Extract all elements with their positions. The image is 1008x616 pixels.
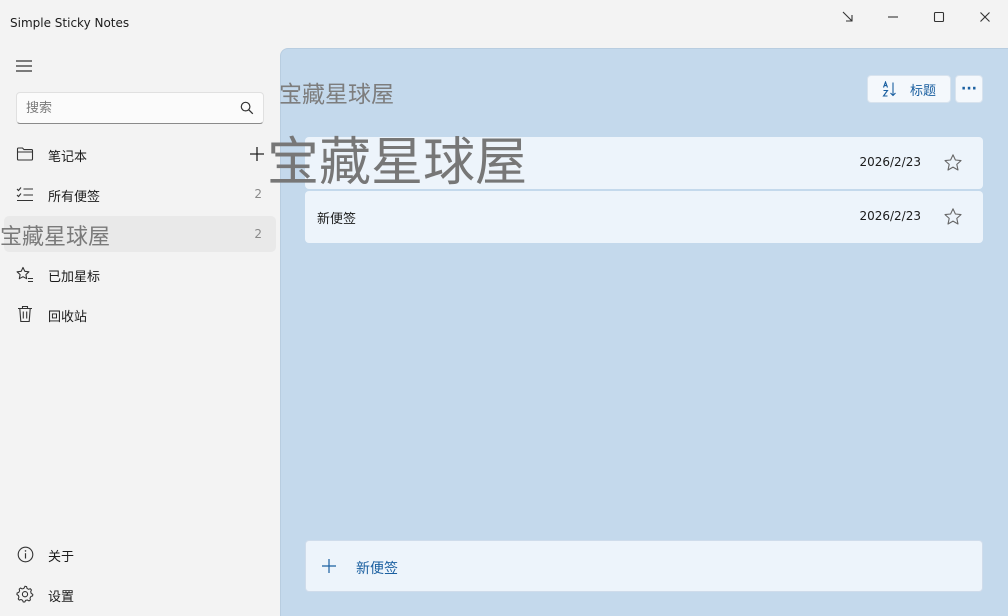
new-note-button[interactable]: 新便签 — [305, 540, 983, 592]
hamburger-icon — [16, 60, 32, 72]
sidebar-item-label: 设置 — [48, 590, 75, 605]
sort-az-icon — [882, 81, 896, 97]
note-title: 宝藏星球屋 — [267, 133, 528, 193]
close-icon — [980, 12, 990, 22]
compact-overlay-button[interactable] — [828, 4, 868, 30]
title-bar: Simple Sticky Notes — [0, 0, 1008, 46]
note-count-badge: 2 — [254, 227, 262, 241]
plus-icon — [322, 559, 336, 573]
close-button[interactable] — [965, 4, 1005, 30]
note-date: 2026/2/23 — [859, 209, 921, 223]
sidebar-item-label: 宝藏星球屋 — [0, 225, 111, 250]
notes-pane: 宝藏星球屋 标题 ··· 宝藏星球屋 2026/2/23 新便签 2026/2/… — [267, 48, 1008, 616]
page-title: 宝藏星球屋 — [279, 82, 394, 108]
sidebar-item-notebooks[interactable]: 笔记本 — [4, 136, 276, 172]
sidebar-item-label: 已加星标 — [48, 270, 101, 285]
app-title: Simple Sticky Notes — [10, 16, 130, 30]
note-title: 新便签 — [317, 212, 357, 227]
maximize-icon — [933, 11, 945, 23]
search-input[interactable] — [26, 93, 236, 123]
sidebar-item-label: 回收站 — [48, 310, 88, 325]
sidebar-item-recycle-bin[interactable]: 回收站 — [4, 296, 276, 332]
search-box — [16, 92, 264, 124]
sidebar: 笔记本 所有便签 2 宝藏星球屋 2 已加星标 回收站 关于 — [0, 46, 280, 616]
sidebar-item-about[interactable]: 关于 — [4, 536, 276, 572]
note-date: 2026/2/23 — [859, 155, 921, 169]
star-list-icon — [16, 265, 34, 283]
star-icon[interactable] — [943, 153, 963, 173]
note-card[interactable]: 新便签 2026/2/23 — [305, 191, 983, 243]
folder-icon — [16, 145, 34, 163]
note-card[interactable]: 宝藏星球屋 2026/2/23 — [267, 133, 983, 193]
new-note-label: 新便签 — [356, 561, 398, 577]
sidebar-item-label: 笔记本 — [48, 150, 88, 165]
checklist-icon — [16, 185, 34, 203]
maximize-button[interactable] — [919, 4, 959, 30]
sort-label: 标题 — [910, 83, 937, 99]
search-icon[interactable] — [240, 101, 254, 115]
star-icon[interactable] — [943, 207, 963, 227]
note-count-badge: 2 — [254, 187, 262, 201]
sidebar-item-notebook-treasure[interactable]: 宝藏星球屋 2 — [0, 216, 276, 252]
sort-button[interactable]: 标题 — [867, 75, 951, 103]
arrow-down-right-icon — [842, 11, 853, 22]
sidebar-item-settings[interactable]: 设置 — [4, 576, 276, 612]
gear-icon — [16, 585, 34, 603]
more-options-button[interactable]: ··· — [955, 75, 983, 103]
minimize-button[interactable] — [873, 4, 913, 30]
plus-icon — [250, 147, 264, 161]
menu-toggle-button[interactable] — [10, 54, 38, 78]
minimize-icon — [888, 16, 898, 18]
sidebar-item-all-notes[interactable]: 所有便签 2 — [4, 176, 276, 212]
sidebar-item-label: 所有便签 — [48, 190, 101, 205]
add-notebook-button[interactable] — [246, 143, 268, 165]
info-icon — [16, 545, 34, 563]
trash-icon — [16, 305, 34, 323]
sidebar-item-label: 关于 — [48, 550, 75, 565]
sidebar-item-starred[interactable]: 已加星标 — [4, 256, 276, 292]
